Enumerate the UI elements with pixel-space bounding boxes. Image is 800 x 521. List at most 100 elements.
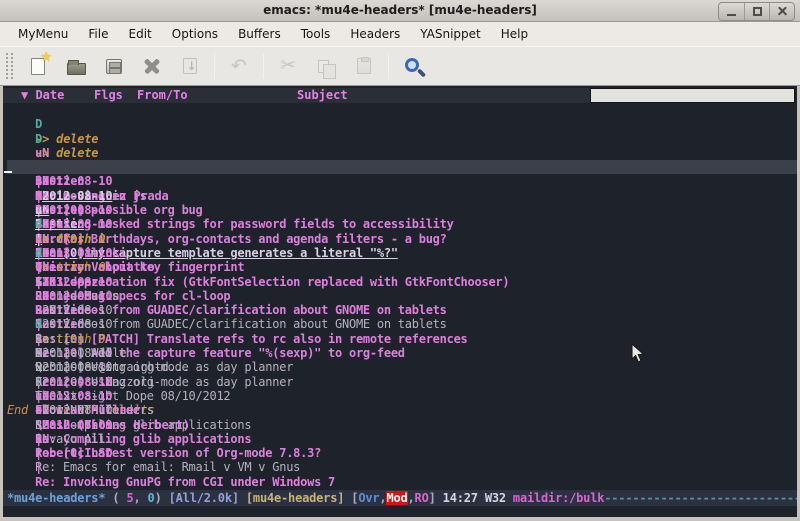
menu-yasnippet[interactable]: YASnippet <box>412 24 489 44</box>
toolbar-separator <box>263 53 264 79</box>
menu-edit[interactable]: Edit <box>121 24 160 44</box>
thread-marker: | <box>35 460 49 474</box>
column-header-flags[interactable]: Flgs <box>94 88 123 103</box>
paste-toolbar-button <box>345 50 383 82</box>
column-header-date[interactable]: ▼ Date <box>21 88 64 103</box>
emacs-frame: ▼ Date Flgs From/To Subject D -> delete … <box>0 86 800 521</box>
search-toolbar-button[interactable] <box>394 50 432 82</box>
save-as-icon <box>183 58 197 74</box>
menu-buffers[interactable]: Buffers <box>230 24 289 44</box>
header-line: ▼ Date Flgs From/To Subject <box>3 88 797 103</box>
copy-toolbar-button <box>307 50 345 82</box>
echo-area[interactable] <box>3 506 797 519</box>
header-line-empty-area <box>590 88 795 103</box>
message-row[interactable]: 2012-08-10 S Bastien + Re: [O] Using org… <box>7 275 797 289</box>
cut-toolbar-button: ✂ <box>269 50 307 82</box>
maximize-button[interactable] <box>744 3 769 20</box>
modeline-segment: , <box>408 491 415 505</box>
close-button[interactable] <box>769 3 794 20</box>
message-row[interactable]: 2012-08-10 uN Bastien | Re: [0] [PATCH] … <box>7 246 797 260</box>
mode-line[interactable]: *mu4e-headers* ( 5, 0) [All/2.0k] [mu4e-… <box>3 490 797 506</box>
modeline-segment: [ <box>344 491 358 505</box>
save-icon <box>106 59 122 74</box>
message-row[interactable]: 2012-08-10 S Michael Welle \ Re: [O] Usi… <box>7 289 797 303</box>
message-row[interactable]: d -> trash 0 S webmaster@straightd... | … <box>7 303 797 317</box>
message-row[interactable]: 2012-08-10 S Suvayu Ali | Re: Emacs for … <box>7 375 797 389</box>
column-header-subject[interactable]: Subject <box>297 88 348 103</box>
message-row[interactable]: D -> delete uN Andreas Röhler | Re: movi… <box>7 103 797 117</box>
modeline-segment: ] <box>429 491 443 505</box>
message-list: D -> delete uN Andreas Röhler | Re: movi… <box>3 103 797 403</box>
emacs-window: emacs: *mu4e-headers* [mu4e-headers] MyM… <box>0 0 800 521</box>
open-folder-icon <box>67 63 86 75</box>
undo-toolbar-button: ↶ <box>220 50 258 82</box>
close-x-toolbar-button[interactable] <box>133 50 171 82</box>
modeline-segment: , <box>133 491 147 505</box>
from-field: robertcInSD <box>35 446 193 460</box>
menu-tools[interactable]: Tools <box>293 24 339 44</box>
message-row[interactable]: 2012-08-10 uN Bastien | Re: [0] Birthday… <box>7 146 797 160</box>
open-folder-toolbar-button[interactable] <box>57 50 95 82</box>
menu-bar: MyMenuFileEditOptionsBuffersToolsHeaders… <box>0 22 800 46</box>
modeline-segment: maildir:/bulk <box>513 491 604 505</box>
modeline-segment: ) <box>155 491 169 505</box>
new-file-icon <box>31 58 45 75</box>
message-row[interactable]: 2012-08-10 uN Xan Lopez - Re: Videos fro… <box>7 217 797 231</box>
message-row[interactable]: 2012-08-10 S Francesco Mazzoli | Slow NN… <box>7 317 797 331</box>
modeline-segment: [mu4e-headers] <box>246 491 344 505</box>
toolbar-separator <box>214 53 215 79</box>
close-x-icon <box>142 56 162 76</box>
paste-icon <box>357 58 371 74</box>
menu-help[interactable]: Help <box>493 24 536 44</box>
toolbar-separator <box>388 53 389 79</box>
modeline-segment: 0 <box>148 491 155 505</box>
message-row[interactable]: 2012-08-10 uaN Bastien | Re: [0] Add the… <box>7 260 797 274</box>
message-row[interactable]: D -> delete uaN Bastien | Re: [0] possib… <box>7 117 797 131</box>
title-bar[interactable]: emacs: *mu4e-headers* [mu4e-headers] <box>0 0 800 22</box>
minimize-button[interactable] <box>719 3 744 20</box>
modeline-segment: RO <box>415 491 429 505</box>
modeline-segment: ( <box>105 491 126 505</box>
date-field: 2012-08-09 <box>35 418 121 432</box>
minimize-icon <box>727 14 736 16</box>
message-row[interactable]: 2012-08-10 uN 'Mash (Thomas Herbert) | R… <box>7 360 797 374</box>
window-title: emacs: *mu4e-headers* [mu4e-headers] <box>0 3 800 17</box>
cut-icon: ✂ <box>280 57 295 75</box>
maximize-icon <box>753 7 762 16</box>
menu-mymenu[interactable]: MyMenu <box>10 24 76 44</box>
mu4e-headers-buffer: ▼ Date Flgs From/To Subject D -> delete … <box>3 88 797 519</box>
toolbar-grip-handle[interactable] <box>6 53 13 79</box>
subject-field: Re: Emacs for email: Rmail v VM v Gnus <box>35 460 300 474</box>
window-controls <box>718 2 795 21</box>
message-row[interactable]: 2012-08-10 uN Bastien | Re: [0] my captu… <box>7 160 797 174</box>
modeline-segment: Mod <box>386 491 407 505</box>
modeline-segment: 14:27 W32 <box>443 491 513 505</box>
modeline-segment: -------------------------------------- <box>604 491 797 505</box>
header-line-columns: ▼ Date Flgs From/To Subject <box>3 88 590 103</box>
close-icon <box>770 3 794 20</box>
modeline-segment <box>239 491 246 505</box>
message-row[interactable]: 2012-08-10 uN HardKor | Question about k… <box>7 174 797 188</box>
undo-icon: ↶ <box>231 57 247 76</box>
message-row[interactable]: 2012-08-10 S Lanoxx + Re: Compiling glib… <box>7 332 797 346</box>
message-row[interactable]: 2012-08-09 uN robertcInSD | Re: Invoking… <box>7 389 797 403</box>
text-cursor <box>4 171 12 174</box>
save-as-toolbar-button <box>171 50 209 82</box>
message-row[interactable]: d -> trash 0 S Juanjo Marin - Re: Videos… <box>7 232 797 246</box>
new-file-toolbar-button[interactable] <box>19 50 57 82</box>
modeline-segment: Ovr <box>358 491 379 505</box>
message-row[interactable]: d -> trash 0 uN Thierry Volpiatto | Re: … <box>7 203 797 217</box>
menu-file[interactable]: File <box>80 24 116 44</box>
subject-field: Re: Invoking GnuPG from CGI under Window… <box>35 475 335 489</box>
message-row[interactable]: 2012-08-10 uN Mario Sanchez Prada | Expo… <box>7 132 797 146</box>
modeline-segment: *mu4e-headers* <box>7 491 105 505</box>
message-row[interactable]: 2012-08-10 uN Florian Müllner \ Re: Comp… <box>7 346 797 360</box>
save-toolbar-button[interactable] <box>95 50 133 82</box>
column-header-from-to[interactable]: From/To <box>137 88 188 103</box>
search-icon <box>405 58 419 72</box>
modeline-segment: [All/2.0k] <box>169 491 239 505</box>
copy-icon <box>318 60 329 73</box>
menu-headers[interactable]: Headers <box>342 24 408 44</box>
message-row[interactable]: 2012-08-10 uN Frans Oilinki | GTK3 depre… <box>7 189 797 203</box>
menu-options[interactable]: Options <box>164 24 226 44</box>
